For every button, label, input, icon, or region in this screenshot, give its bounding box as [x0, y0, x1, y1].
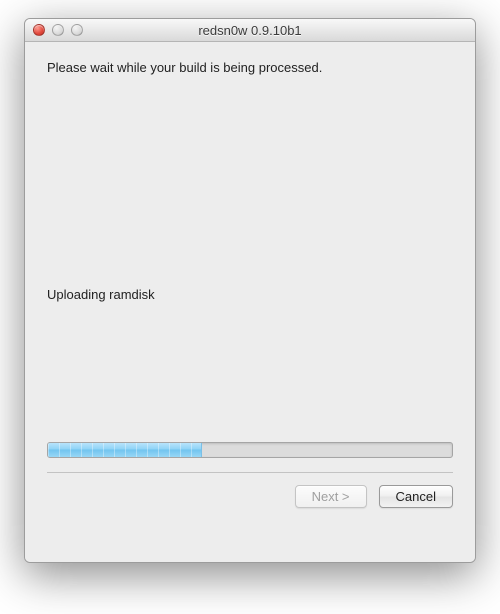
next-button: Next >: [295, 485, 367, 508]
close-icon[interactable]: [33, 24, 45, 36]
progress-fill: [48, 443, 202, 457]
window-controls: [33, 24, 83, 36]
content-area: Please wait while your build is being pr…: [25, 42, 475, 562]
instruction-text: Please wait while your build is being pr…: [47, 60, 453, 75]
app-window: redsn0w 0.9.10b1 Please wait while your …: [24, 18, 476, 563]
window-title: redsn0w 0.9.10b1: [25, 23, 475, 38]
titlebar: redsn0w 0.9.10b1: [25, 19, 475, 42]
progress-bar: [47, 442, 453, 458]
zoom-icon[interactable]: [71, 24, 83, 36]
minimize-icon[interactable]: [52, 24, 64, 36]
button-row: Next > Cancel: [47, 485, 453, 508]
cancel-button[interactable]: Cancel: [379, 485, 453, 508]
divider: [47, 472, 453, 473]
status-text: Uploading ramdisk: [47, 287, 453, 302]
